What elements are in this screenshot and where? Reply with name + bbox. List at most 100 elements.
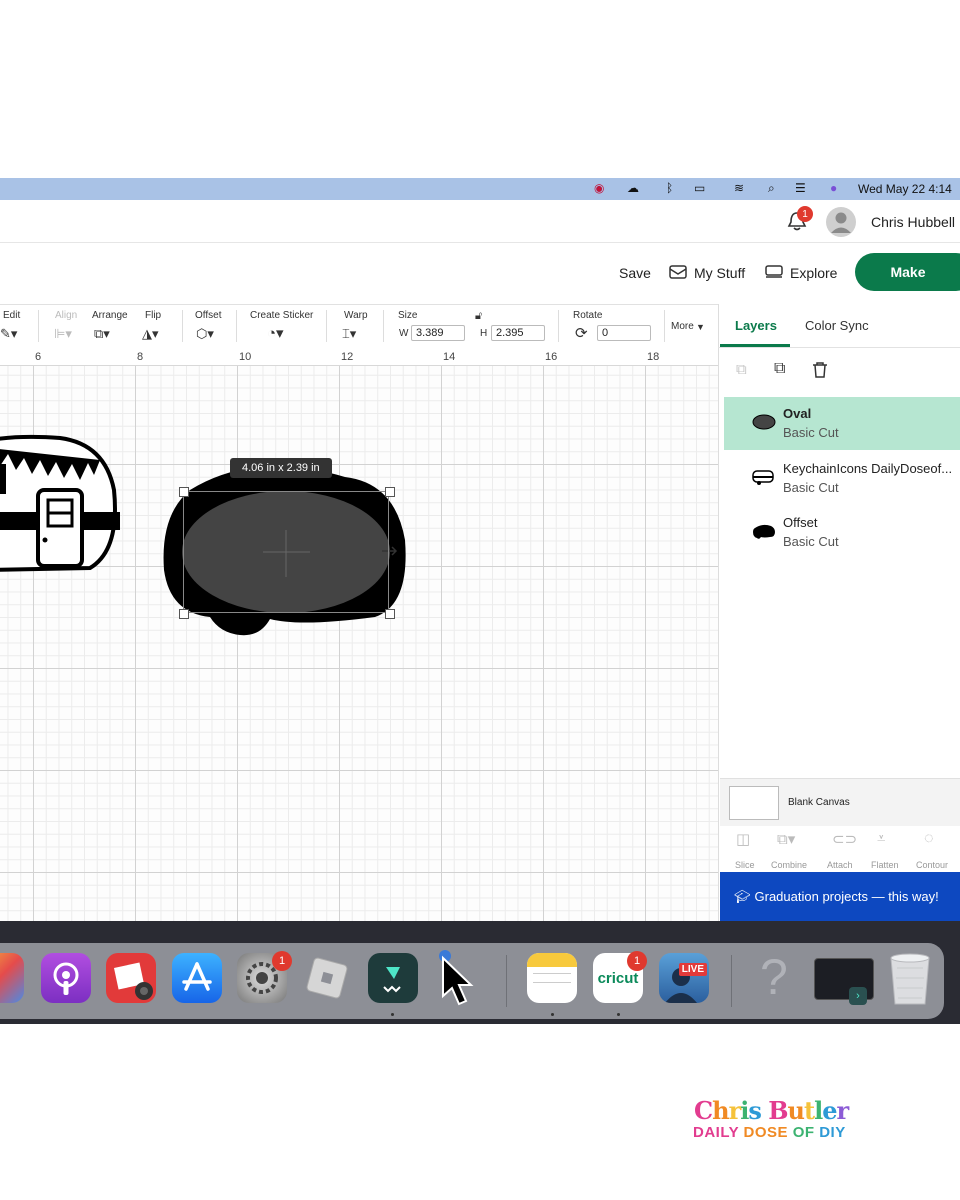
cloud-sync-icon[interactable]: ☁ — [627, 181, 639, 195]
layer-name[interactable]: KeychainIcons DailyDoseof... — [783, 461, 952, 476]
layer-type: Basic Cut — [783, 480, 839, 495]
horizontal-ruler — [0, 349, 718, 366]
system-menubar: ◉ ☁ ᛒ ▭ ≋ ⌕ ☰ ● Wed May 22 4:14 — [0, 178, 960, 200]
mystuff-button[interactable]: My Stuff — [694, 265, 745, 281]
tab-color-sync[interactable]: Color Sync — [805, 318, 869, 333]
camper-trailer-design[interactable] — [0, 430, 125, 575]
battery-icon[interactable]: ▭ — [694, 181, 705, 195]
selection-box[interactable] — [183, 491, 389, 613]
explore-button[interactable]: Explore — [790, 265, 837, 281]
edit-pencil-icon[interactable]: ✎▾ — [0, 326, 17, 342]
control-center-icon[interactable]: ☰ — [795, 181, 806, 195]
more-chevron-icon[interactable]: ▼ — [696, 322, 705, 332]
ruler-mark: 14 — [443, 351, 456, 363]
wifi-icon[interactable]: ≋ — [734, 181, 744, 195]
rotate-label: Rotate — [573, 310, 603, 321]
contour-icon[interactable]: ◌ — [924, 830, 934, 848]
menubar-clock[interactable]: Wed May 22 4:14 — [858, 182, 952, 196]
mouse-cursor-icon — [439, 950, 474, 1006]
save-button[interactable]: Save — [619, 265, 651, 281]
live-label: LIVE — [678, 963, 707, 976]
ruler-mark: 18 — [647, 351, 660, 363]
warp-icon[interactable]: ⌶▾ — [342, 326, 356, 342]
layer-name[interactable]: Offset — [783, 515, 817, 530]
record-icon[interactable]: ◉ — [594, 181, 604, 195]
bluetooth-icon[interactable]: ᛒ — [666, 181, 673, 195]
ruler-mark: 6 — [35, 351, 42, 363]
flatten-icon[interactable]: ⩡ — [877, 830, 885, 847]
toolbar-divider — [38, 310, 39, 342]
toolbar-divider — [326, 310, 327, 342]
roblox-icon[interactable] — [302, 953, 352, 1003]
resize-handle[interactable] — [179, 609, 189, 619]
launchpad-icon[interactable] — [0, 953, 24, 1003]
resize-handle[interactable] — [179, 487, 189, 497]
ruler-mark: 16 — [545, 351, 558, 363]
app-top-bar — [0, 200, 960, 243]
blank-canvas-thumbnail[interactable] — [729, 786, 779, 820]
contour-label: Contour — [916, 860, 949, 870]
lock-proportions-icon[interactable]: 🔓︎ — [475, 310, 482, 323]
notes-icon[interactable] — [527, 953, 577, 1003]
sticker-icon[interactable]: ◔▾ — [267, 324, 284, 342]
toolbar-divider — [236, 310, 237, 342]
siri-icon[interactable]: ● — [830, 181, 837, 195]
running-indicator — [551, 1013, 554, 1016]
more-button[interactable]: More — [671, 321, 694, 332]
unknown-app-icon[interactable]: ? — [760, 948, 788, 1006]
align-icon[interactable]: ⊫▾ — [54, 326, 72, 342]
arrange-icon[interactable]: ⧉▾ — [94, 326, 110, 342]
resize-handle[interactable] — [385, 487, 395, 497]
slice-icon[interactable]: ◫ — [736, 830, 750, 848]
combine-label: Combine — [771, 860, 808, 870]
avatar[interactable] — [825, 206, 857, 238]
mystuff-icon — [669, 265, 687, 279]
tab-layers[interactable]: Layers — [735, 318, 777, 333]
toolbar-divider — [558, 310, 559, 342]
cricut-badge: 1 — [627, 951, 647, 971]
flatten-label: Flatten — [871, 860, 899, 870]
attach-icon[interactable]: ⊂⊃ — [832, 830, 857, 848]
height-input[interactable]: 2.395 — [491, 325, 545, 341]
photo-booth-icon[interactable] — [106, 953, 156, 1003]
duplicate-icon[interactable]: ⧉ — [774, 360, 785, 378]
recent-window-thumbnail[interactable]: › — [814, 958, 874, 1005]
rotate-icon[interactable]: ⟳ — [575, 324, 588, 342]
offset-label: Offset — [195, 310, 222, 321]
trash-icon[interactable] — [811, 361, 829, 379]
dimension-tooltip: 4.06 in x 2.39 in — [230, 458, 332, 478]
dock-divider — [506, 955, 507, 1007]
app-store-icon[interactable] — [172, 953, 222, 1003]
user-name[interactable]: Chris Hubbell — [871, 214, 955, 230]
flip-icon[interactable]: ◮▾ — [142, 326, 159, 342]
offset-icon[interactable]: ⬡▾ — [196, 326, 214, 342]
layer-type: Basic Cut — [783, 425, 839, 440]
toolbar-divider — [664, 310, 665, 342]
height-label: H — [480, 328, 488, 339]
notification-badge: 1 — [797, 206, 813, 222]
blank-canvas-label: Blank Canvas — [788, 797, 850, 808]
warp-label: Warp — [344, 310, 368, 321]
trash-bin-icon[interactable] — [885, 950, 935, 1008]
ruler-mark: 10 — [239, 351, 252, 363]
combine-icon[interactable]: ⧉▾ — [777, 830, 795, 848]
watermark-logo-name: Chris Butler — [694, 1096, 849, 1125]
dock-divider — [731, 955, 732, 1007]
graduation-cap-icon: 🎓︎ — [734, 888, 751, 904]
layer-name[interactable]: Oval — [783, 406, 811, 421]
make-button[interactable]: Make — [855, 253, 960, 291]
filmora-icon[interactable] — [368, 953, 418, 1003]
promo-banner[interactable]: 🎓︎ Graduation projects — this way! — [720, 872, 960, 921]
toolbar-divider — [182, 310, 183, 342]
spotlight-search-icon[interactable]: ⌕ — [768, 181, 775, 196]
promo-text: Graduation projects — this way! — [754, 889, 939, 904]
tab-divider — [718, 347, 960, 348]
arrange-label: Arrange — [92, 310, 128, 321]
podcasts-icon[interactable] — [41, 953, 91, 1003]
group-icon[interactable]: ⧉ — [736, 361, 747, 378]
resize-handle[interactable] — [385, 609, 395, 619]
oval-layer-thumbnail — [752, 414, 776, 430]
rotate-input[interactable]: 0 — [597, 325, 651, 341]
width-input[interactable]: 3.389 — [411, 325, 465, 341]
live-streaming-icon[interactable]: LIVE — [659, 953, 709, 1003]
